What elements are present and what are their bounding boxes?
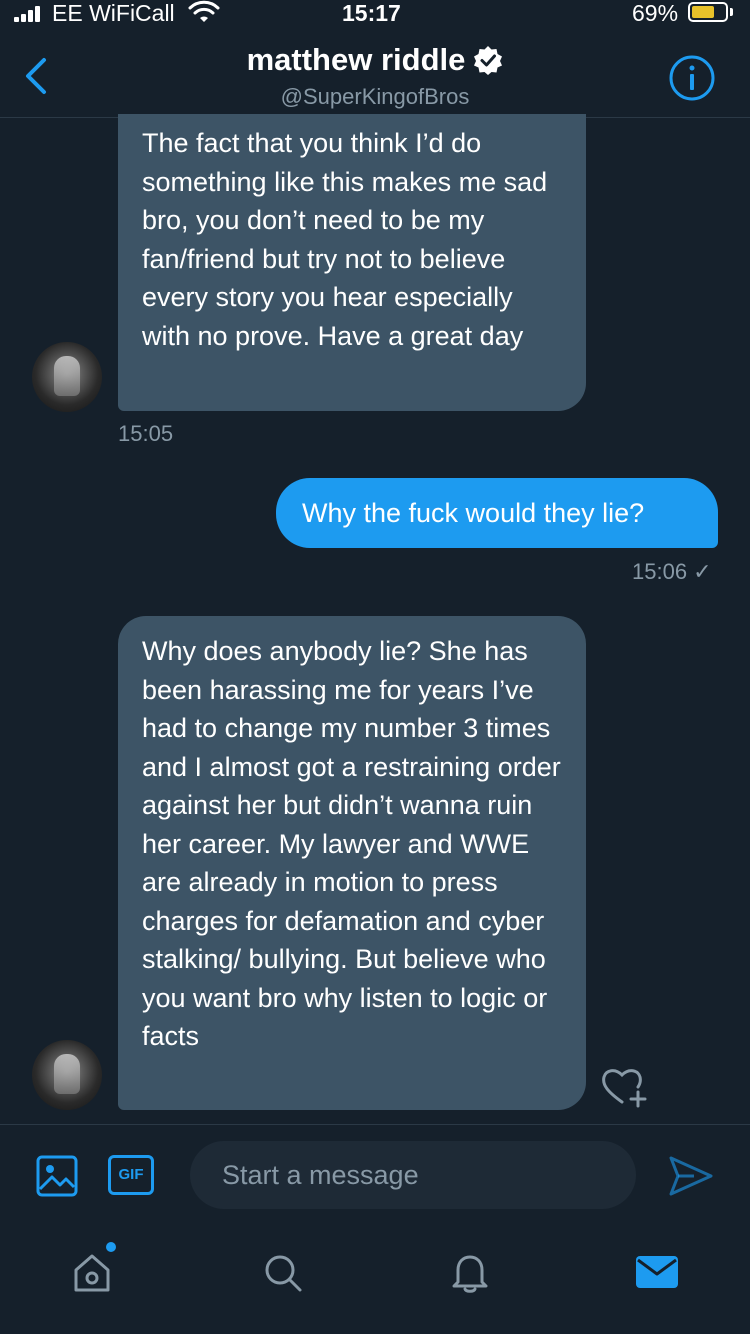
- mail-icon[interactable]: [634, 1252, 680, 1292]
- carrier-label: EE WiFiCall: [52, 0, 175, 26]
- wifi-icon: [188, 0, 220, 22]
- battery-nub: [730, 8, 733, 16]
- profile-name: matthew riddle: [246, 42, 466, 77]
- conversation-header: matthew riddle @SuperKingofBros: [0, 28, 750, 118]
- verified-badge-icon: [474, 46, 503, 75]
- battery-icon: [688, 2, 728, 22]
- message-composer: GIF: [0, 1124, 750, 1224]
- home-icon[interactable]: [72, 1252, 112, 1294]
- outgoing-message-bubble[interactable]: Why the fuck would they lie?: [276, 478, 718, 548]
- message-input[interactable]: [190, 1141, 636, 1209]
- status-bar: EE WiFiCall 15:17 69%: [0, 0, 750, 28]
- heart-plus-icon[interactable]: [600, 1066, 650, 1110]
- profile-name-row[interactable]: matthew riddle: [0, 42, 750, 78]
- gif-button[interactable]: GIF: [108, 1155, 154, 1195]
- tab-bar: [0, 1224, 750, 1334]
- info-icon[interactable]: [668, 54, 716, 102]
- bell-icon[interactable]: [450, 1252, 490, 1294]
- message-timestamp: 15:05: [118, 421, 174, 446]
- signal-icon: [14, 6, 48, 22]
- battery-percent: 69%: [632, 0, 679, 26]
- message-text: The fact that you think I’d do something…: [142, 128, 548, 351]
- send-icon[interactable]: [668, 1155, 714, 1197]
- notification-dot: [106, 1242, 116, 1252]
- clock: 15:17: [342, 0, 401, 26]
- profile-handle: @SuperKingofBros: [280, 84, 470, 109]
- incoming-message-bubble[interactable]: Why does anybody lie? She has been haras…: [118, 616, 586, 1110]
- avatar[interactable]: [32, 1040, 102, 1110]
- message-text: Why does anybody lie? She has been haras…: [142, 636, 561, 1051]
- message-text: Why the fuck would they lie?: [302, 498, 645, 528]
- image-icon[interactable]: [36, 1155, 78, 1197]
- search-icon[interactable]: [262, 1252, 304, 1294]
- message-timestamp: 15:06 ✓: [632, 559, 712, 584]
- incoming-message-bubble[interactable]: The fact that you think I’d do something…: [118, 114, 586, 411]
- avatar[interactable]: [32, 342, 102, 412]
- battery-fill: [692, 6, 714, 18]
